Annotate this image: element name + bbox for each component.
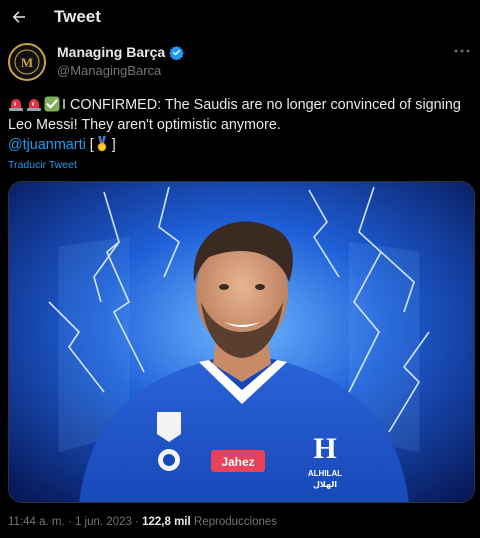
- club-crest: H: [313, 432, 336, 465]
- managing-barca-logo: M: [11, 46, 43, 78]
- arrow-left-icon: [12, 11, 25, 23]
- page-title: Tweet: [54, 7, 101, 26]
- more-options-button[interactable]: [452, 44, 472, 58]
- svg-text:M: M: [21, 55, 33, 70]
- translate-tweet-link[interactable]: Traducir Tweet: [8, 159, 77, 171]
- avatar[interactable]: M: [8, 43, 46, 81]
- author-name[interactable]: Managing Barça: [57, 44, 165, 60]
- views-count[interactable]: 122,8 mil: [142, 516, 191, 528]
- mention-link[interactable]: @tjuanmarti: [8, 137, 86, 153]
- top-bar: Tweet: [0, 0, 480, 36]
- medal-emoji-icon: [97, 136, 106, 152]
- bracket-close: ]: [111, 137, 116, 153]
- tweet-body: I CONFIRMED: The Saudis are no longer co…: [8, 97, 461, 133]
- check-mark-emoji-icon: [44, 96, 60, 112]
- tweet-author: Managing Barça @ManagingBarca: [57, 44, 184, 78]
- tweet-time[interactable]: 11:44 a. m.: [8, 516, 65, 528]
- tweet-meta: 11:44 a. m. · 1 jun. 2023 · 122,8 mil Re…: [8, 516, 277, 528]
- messi-alhilal-photo: Jahez H ALHILAL الهلال: [9, 182, 474, 502]
- back-button[interactable]: [8, 6, 30, 28]
- tweet-text: I CONFIRMED: The Saudis are no longer co…: [8, 95, 474, 155]
- tweet-image[interactable]: Jahez H ALHILAL الهلال: [8, 181, 475, 503]
- sponsor-text: Jahez: [221, 455, 254, 469]
- views-label: Reproducciones: [193, 516, 278, 528]
- tweet-date[interactable]: 1 jun. 2023: [75, 516, 132, 528]
- meta-separator: ·: [135, 516, 139, 528]
- club-name: ALHILAL: [308, 469, 342, 478]
- siren-emoji-icon: [9, 99, 23, 111]
- author-handle[interactable]: @ManagingBarca: [57, 63, 184, 78]
- verified-badge-icon: [169, 45, 184, 60]
- club-name-arabic: الهلال: [313, 480, 337, 489]
- meta-separator: ·: [67, 516, 72, 528]
- more-icon: [454, 49, 470, 53]
- siren-emoji-icon: [27, 99, 41, 111]
